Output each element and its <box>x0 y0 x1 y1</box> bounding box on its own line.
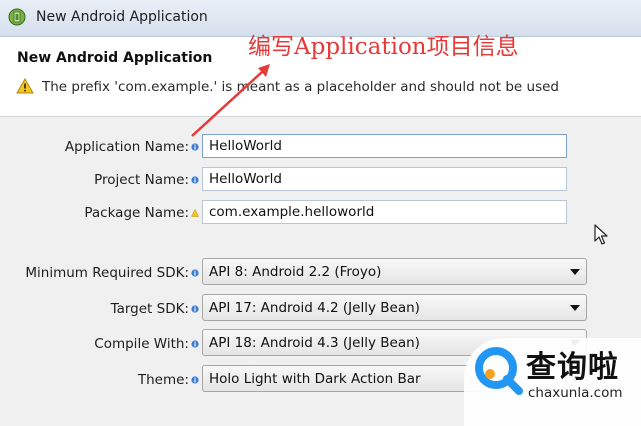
package-name-label: Package Name: <box>84 205 189 221</box>
chevron-down-icon <box>570 305 580 311</box>
warning-message: The prefix 'com.example.' is meant as a … <box>42 79 559 95</box>
info-icon <box>191 305 199 313</box>
application-name-label: Application Name: <box>64 139 189 155</box>
warning-icon <box>191 209 199 217</box>
minimum-sdk-label: Minimum Required SDK: <box>25 265 189 281</box>
annotation-text: 编写Application项目信息 <box>248 34 519 60</box>
info-icon <box>191 176 199 184</box>
project-name-label: Project Name: <box>94 172 189 188</box>
theme-label: Theme: <box>137 372 189 388</box>
mouse-cursor-icon <box>594 224 608 245</box>
application-name-input[interactable] <box>202 134 567 158</box>
target-sdk-label: Target SDK: <box>110 301 189 317</box>
info-icon <box>191 376 199 384</box>
android-app-icon <box>8 8 26 26</box>
target-sdk-select[interactable]: API 17: Android 4.2 (Jelly Bean) <box>202 294 587 321</box>
minimum-sdk-value: API 8: Android 2.2 (Froyo) <box>209 264 382 280</box>
minimum-sdk-select[interactable]: API 8: Android 2.2 (Froyo) <box>202 258 587 285</box>
warning-icon <box>16 78 34 94</box>
window-title: New Android Application <box>36 9 208 25</box>
info-icon <box>191 340 199 348</box>
page-title: New Android Application <box>17 50 213 66</box>
target-sdk-value: API 17: Android 4.2 (Jelly Bean) <box>209 300 420 316</box>
watermark-domain: chaxunla.com <box>528 385 623 401</box>
info-icon <box>191 143 199 151</box>
project-name-input[interactable] <box>202 167 567 191</box>
theme-value: Holo Light with Dark Action Bar <box>209 371 421 387</box>
chevron-down-icon <box>570 269 580 275</box>
info-icon <box>191 269 199 277</box>
watermark: 查询啦 chaxunla.com <box>464 338 641 426</box>
compile-with-value: API 18: Android 4.3 (Jelly Bean) <box>209 335 420 351</box>
new-android-application-dialog: New Android Application New Android Appl… <box>0 0 641 426</box>
compile-with-label: Compile With: <box>94 336 189 352</box>
watermark-brand: 查询啦 <box>526 350 619 385</box>
package-name-input[interactable] <box>202 200 567 224</box>
magnifier-logo-icon <box>475 347 523 395</box>
